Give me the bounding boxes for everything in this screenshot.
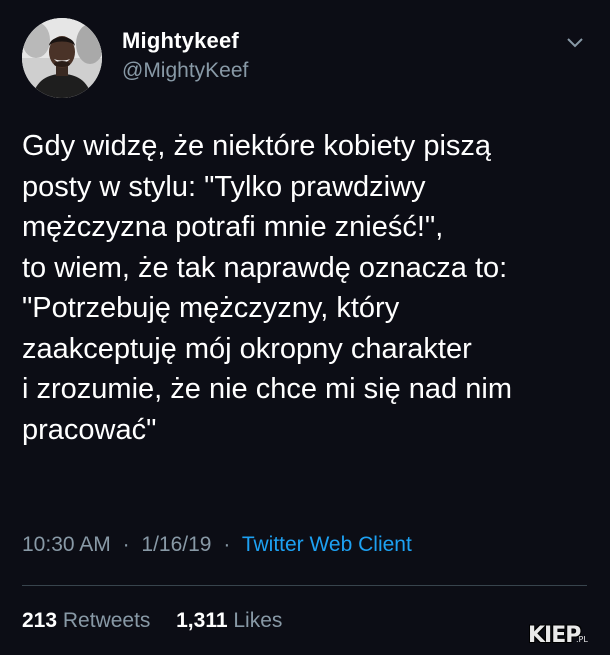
watermark-text: KIEP [528,623,581,648]
tweet-time[interactable]: 10:30 AM [22,533,111,556]
meta-separator: · [122,533,130,556]
watermark-logo: KIEP .PL [526,623,596,649]
likes-count: 1,311 [176,609,228,632]
meta-separator: · [223,533,231,556]
tweet-text-line: i zrozumie, że nie chce mi się nad nim [22,373,512,405]
tweet-source-link[interactable]: Twitter Web Client [242,533,412,556]
likes-stat[interactable]: 1,311 Likes [176,609,282,632]
tweet-text-line: posty w stylu: "Tylko prawdziwy [22,170,426,203]
watermark-suffix: .PL [576,635,588,644]
tweet-stats: 213 Retweets 1,311 Likes [22,609,282,633]
retweets-count: 213 [22,609,58,632]
tweet-date[interactable]: 1/16/19 [141,533,211,556]
tweet-text-line: zaakceptuję mój okropny charakter [22,332,472,365]
author-name[interactable]: Mightykeef [122,28,239,54]
profile-photo [22,18,102,98]
author-avatar[interactable] [22,18,102,98]
tweet-text-line: to wiem, że tak naprawdę oznacza to: [22,251,508,284]
tweet-meta: 10:30 AM · 1/16/19 · Twitter Web Client [22,533,412,557]
tweet-text-line: Gdy widzę, że niektóre kobiety piszą [22,130,492,162]
tweet-card: Mightykeef @MightyKeef Gdy widzę, że nie… [0,0,610,655]
author-handle[interactable]: @MightyKeef [122,59,248,83]
tweet-text-line: "Potrzebuję mężczyzny, który [22,292,400,324]
divider [22,585,587,586]
tweet-text: Gdy widzę, że niektóre kobiety piszą pos… [22,126,592,450]
retweets-label: Retweets [62,609,151,632]
tweet-text-line: pracować" [22,413,157,446]
retweets-stat[interactable]: 213 Retweets [22,609,156,632]
tweet-text-line: mężczyzna potrafi mnie znieść!", [22,211,444,243]
likes-label: Likes [233,609,283,632]
chevron-down-icon[interactable] [563,33,587,51]
